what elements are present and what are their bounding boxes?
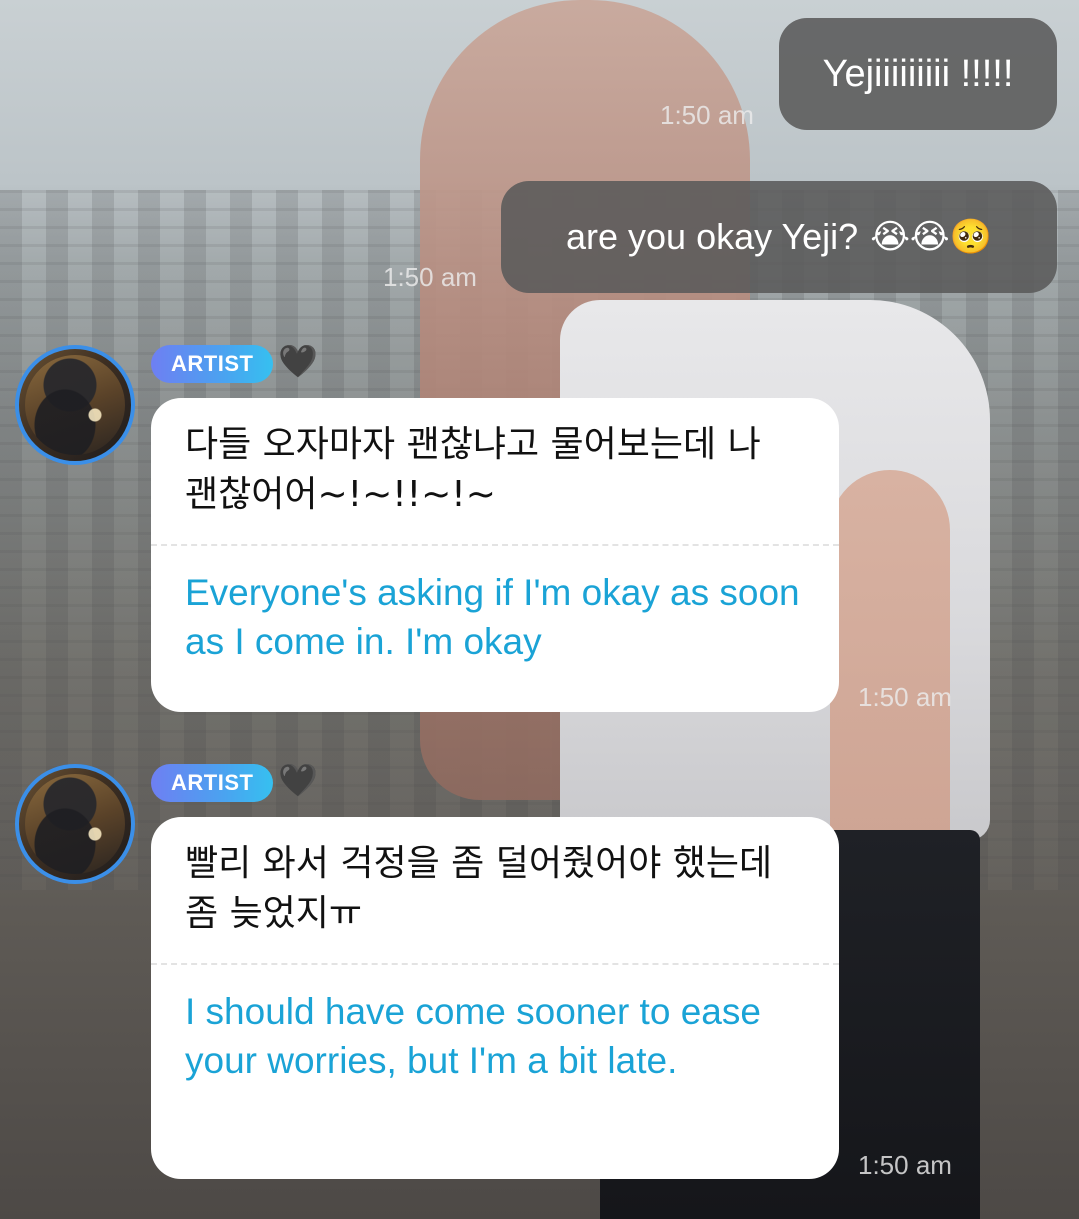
black-heart-icon: 🖤 <box>278 762 318 798</box>
artist-message-card[interactable]: 다들 오자마자 괜찮냐고 물어보는데 나 괜찮어어~!~!!~!~ Everyo… <box>151 398 839 712</box>
artist-badge: ARTIST <box>151 764 274 802</box>
outgoing-message-bubble[interactable]: are you okay Yeji? 😭😭🥺 <box>501 181 1057 293</box>
black-heart-icon: 🖤 <box>278 343 318 379</box>
translated-message-text: I should have come sooner to ease your w… <box>185 991 761 1081</box>
artist-avatar[interactable] <box>15 345 135 465</box>
chat-thread: Yejiiiiiiiii !!!!! 1:50 am are you okay … <box>0 0 1079 1219</box>
outgoing-message-text: Yejiiiiiiiii !!!!! <box>822 52 1014 95</box>
message-timestamp: 1:50 am <box>858 682 952 712</box>
artist-badge: ARTIST <box>151 345 274 383</box>
translation-divider <box>151 963 839 965</box>
avatar-photo <box>25 355 125 455</box>
artist-message-card[interactable]: 빨리 와서 걱정을 좀 덜어줬어야 했는데 좀 늦었지ㅠ I should ha… <box>151 817 839 1179</box>
translation-divider <box>151 544 839 546</box>
translated-message-text: Everyone's asking if I'm okay as soon as… <box>185 572 800 662</box>
outgoing-message-bubble[interactable]: Yejiiiiiiiii !!!!! <box>779 18 1057 130</box>
outgoing-message-text: are you okay Yeji? <box>565 216 859 257</box>
message-timestamp: 1:50 am <box>660 100 754 130</box>
avatar-photo <box>25 774 125 874</box>
crying-emoji-icon: 😭😭🥺 <box>870 218 992 256</box>
message-timestamp: 1:50 am <box>858 1150 952 1180</box>
original-message-text: 다들 오자마자 괜찮냐고 물어보는데 나 괜찮어어~!~!!~!~ <box>185 424 761 515</box>
artist-avatar[interactable] <box>15 764 135 884</box>
original-message-text: 빨리 와서 걱정을 좀 덜어줬어야 했는데 좀 늦었지ㅠ <box>185 843 773 934</box>
message-timestamp: 1:50 am <box>383 262 477 292</box>
